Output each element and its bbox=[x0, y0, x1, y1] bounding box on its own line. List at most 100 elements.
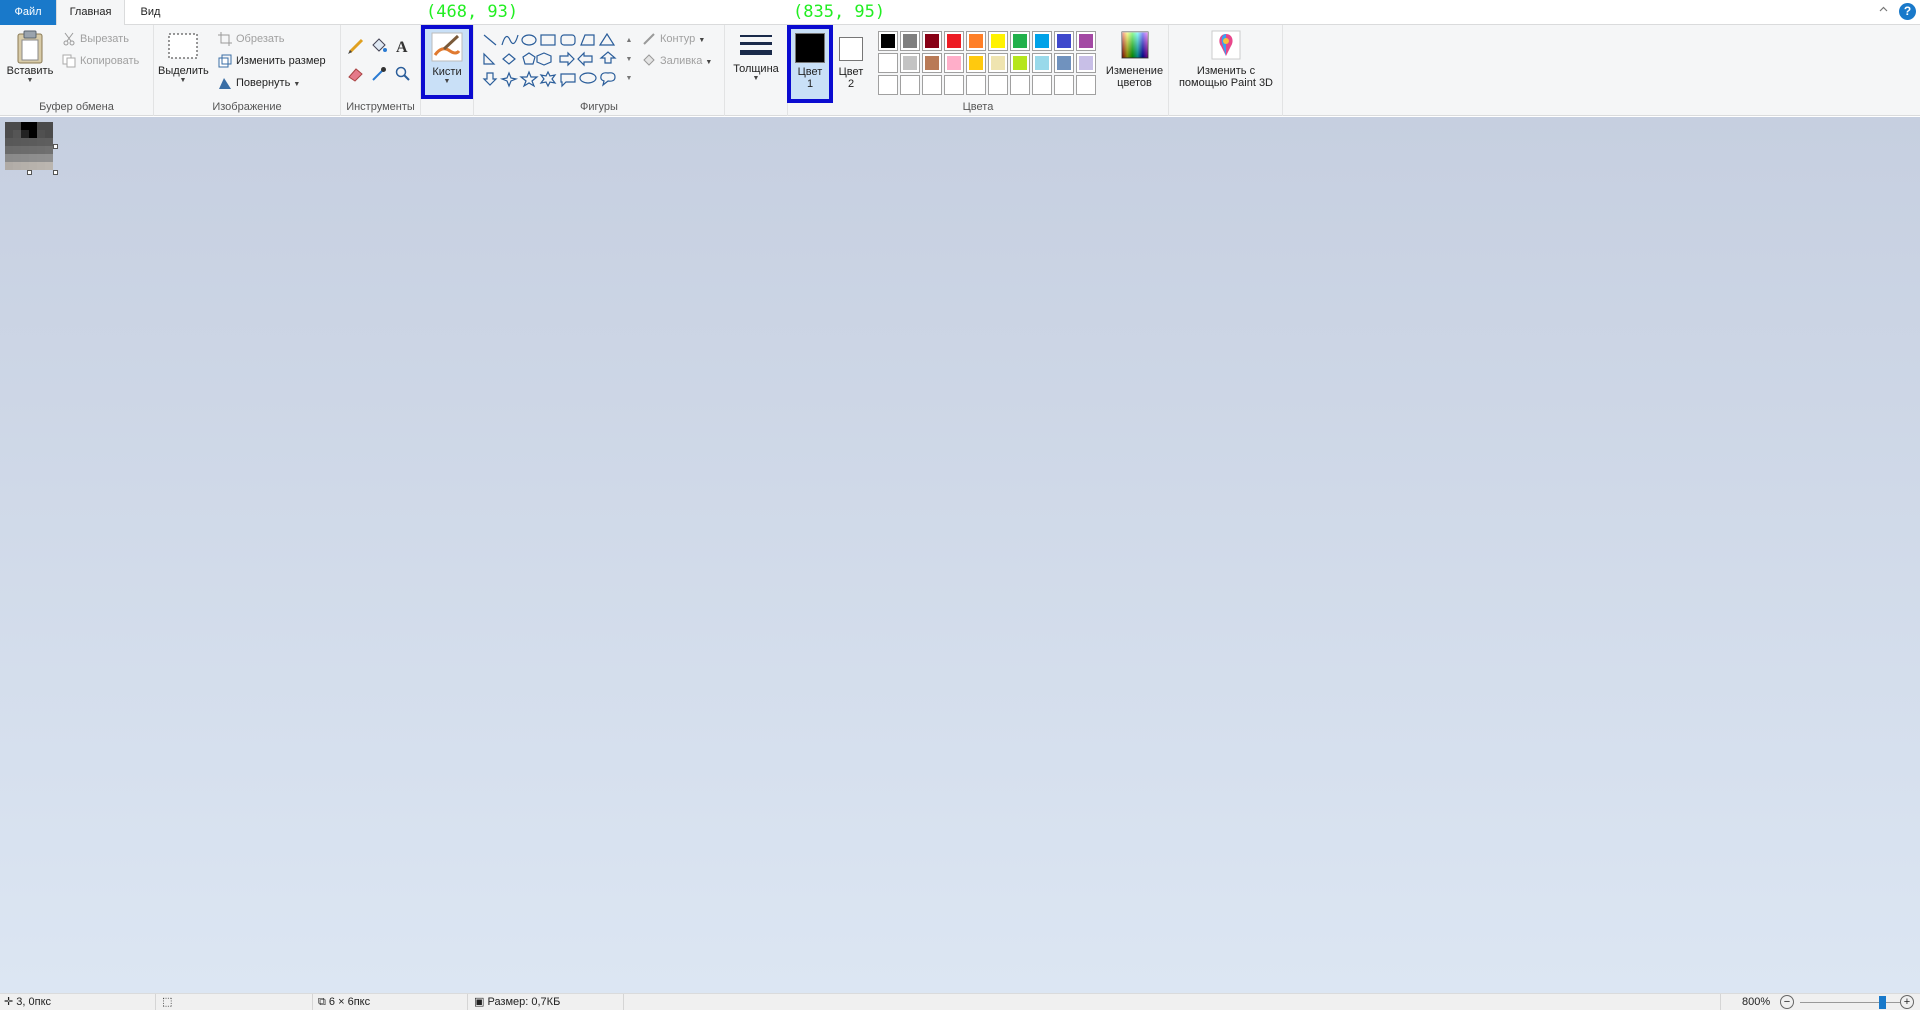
tab-home[interactable]: Главная bbox=[56, 0, 125, 26]
palette-swatch-r1-c2[interactable] bbox=[900, 31, 920, 51]
edit-with-paint3d-button[interactable]: Изменить с помощью Paint 3D bbox=[1169, 29, 1283, 89]
edit-colors-button[interactable]: Изменение цветов bbox=[1100, 29, 1169, 89]
palette-swatch-r2-c2[interactable] bbox=[900, 53, 920, 73]
thickness-label: Толщина bbox=[733, 63, 779, 75]
fill-bucket-icon bbox=[642, 54, 656, 68]
fill-tool[interactable] bbox=[370, 37, 388, 58]
eraser-tool[interactable] bbox=[347, 65, 365, 86]
palette-swatch-r2-c3[interactable] bbox=[922, 53, 942, 73]
brush-icon bbox=[431, 32, 463, 62]
brushes-button[interactable]: Кисти ▼ bbox=[421, 25, 473, 99]
palette-swatch-r3-c8[interactable] bbox=[1032, 75, 1052, 95]
color1-button[interactable]: Цвет 1 bbox=[787, 25, 833, 103]
zoom-in-icon[interactable]: + bbox=[1900, 995, 1914, 1009]
select-button[interactable]: Выделить ▼ bbox=[158, 29, 209, 84]
cut-button[interactable]: Вырезать bbox=[62, 29, 129, 49]
crosshair-icon: ✛ bbox=[4, 996, 14, 1008]
palette-swatch-r1-c10[interactable] bbox=[1076, 31, 1096, 51]
image-pixel bbox=[29, 154, 37, 162]
image-pixel bbox=[13, 130, 21, 138]
drawing-canvas[interactable] bbox=[5, 122, 53, 170]
tab-view[interactable]: Вид bbox=[125, 0, 176, 25]
palette-swatch-r3-c5[interactable] bbox=[966, 75, 986, 95]
image-pixel bbox=[21, 122, 29, 130]
line-thickness-icon bbox=[740, 35, 772, 55]
zoom-slider-thumb[interactable] bbox=[1879, 996, 1886, 1009]
color2-button[interactable]: Цвет 2 bbox=[836, 29, 866, 99]
thickness-button[interactable]: Толщина ▼ bbox=[729, 29, 783, 82]
resize-label: Изменить размер bbox=[236, 55, 326, 67]
palette-swatch-r1-c4[interactable] bbox=[944, 31, 964, 51]
fill-label: Заливка bbox=[660, 55, 703, 67]
palette-swatch-r2-c4[interactable] bbox=[944, 53, 964, 73]
palette-swatch-r3-c7[interactable] bbox=[1010, 75, 1030, 95]
resize-handle-corner[interactable] bbox=[53, 170, 58, 175]
eyedropper-icon bbox=[372, 67, 386, 81]
chevron-down-icon: ▼ bbox=[752, 75, 760, 82]
resize-handle-right[interactable] bbox=[53, 144, 58, 149]
palette-swatch-r2-c9[interactable] bbox=[1054, 53, 1074, 73]
palette-swatch-fill bbox=[991, 34, 1005, 48]
palette-swatch-fill bbox=[903, 78, 917, 92]
shapes-scroll[interactable]: ▲ ▼ ▼ bbox=[624, 31, 634, 89]
palette-swatch-r3-c9[interactable] bbox=[1054, 75, 1074, 95]
palette-swatch-r3-c6[interactable] bbox=[988, 75, 1008, 95]
tab-file[interactable]: Файл bbox=[0, 0, 56, 25]
palette-swatch-r2-c5[interactable] bbox=[966, 53, 986, 73]
palette-swatch-r1-c3[interactable] bbox=[922, 31, 942, 51]
image-pixel bbox=[5, 130, 13, 138]
text-icon: A bbox=[396, 39, 408, 56]
image-pixel bbox=[21, 130, 29, 138]
select-label: Выделить bbox=[158, 65, 209, 77]
ribbon: Вставить ▼ Вырезать Копировать Буфер обм… bbox=[0, 25, 1920, 116]
help-icon[interactable]: ? bbox=[1899, 3, 1916, 20]
copy-button[interactable]: Копировать bbox=[62, 51, 139, 71]
collapse-ribbon-icon[interactable] bbox=[1875, 4, 1892, 21]
status-divider bbox=[1720, 994, 1721, 1010]
crop-label: Обрезать bbox=[236, 33, 285, 45]
text-tool[interactable]: A bbox=[394, 37, 412, 58]
palette-swatch-r2-c6[interactable] bbox=[988, 53, 1008, 73]
color-picker-tool[interactable] bbox=[370, 65, 388, 86]
palette-swatch-fill bbox=[1013, 56, 1027, 70]
palette-swatch-fill bbox=[925, 78, 939, 92]
palette-swatch-r1-c5[interactable] bbox=[966, 31, 986, 51]
palette-swatch-r2-c8[interactable] bbox=[1032, 53, 1052, 73]
image-pixel bbox=[13, 138, 21, 146]
clipboard-group-label: Буфер обмена bbox=[39, 101, 114, 113]
fill-button[interactable]: Заливка ▼ bbox=[642, 51, 712, 71]
magnifier-tool[interactable] bbox=[394, 65, 412, 86]
palette-swatch-fill bbox=[1035, 78, 1049, 92]
shapes-gallery[interactable] bbox=[480, 31, 620, 93]
zoom-level: 800% bbox=[1742, 996, 1771, 1008]
rotate-button[interactable]: Повернуть ▼ bbox=[218, 73, 300, 93]
rainbow-palette-icon bbox=[1121, 31, 1148, 59]
palette-swatch-r3-c4[interactable] bbox=[944, 75, 964, 95]
palette-swatch-r3-c3[interactable] bbox=[922, 75, 942, 95]
palette-swatch-r1-c1[interactable] bbox=[878, 31, 898, 51]
crop-button[interactable]: Обрезать bbox=[218, 29, 285, 49]
resize-button[interactable]: Изменить размер bbox=[218, 51, 326, 71]
palette-swatch-fill bbox=[991, 78, 1005, 92]
palette-swatch-r2-c10[interactable] bbox=[1076, 53, 1096, 73]
palette-swatch-r3-c2[interactable] bbox=[900, 75, 920, 95]
palette-swatch-fill bbox=[925, 34, 939, 48]
palette-swatch-r3-c1[interactable] bbox=[878, 75, 898, 95]
outline-button[interactable]: Контур ▼ bbox=[642, 29, 705, 49]
palette-swatch-r3-c10[interactable] bbox=[1076, 75, 1096, 95]
palette-swatch-r2-c1[interactable] bbox=[878, 53, 898, 73]
image-pixel bbox=[13, 122, 21, 130]
image-pixel bbox=[45, 162, 53, 170]
paste-button[interactable]: Вставить ▼ bbox=[4, 29, 56, 84]
pencil-tool[interactable] bbox=[347, 37, 365, 58]
palette-swatch-r1-c9[interactable] bbox=[1054, 31, 1074, 51]
select-rectangle-icon bbox=[168, 33, 198, 59]
resize-handle-bottom[interactable] bbox=[27, 170, 32, 175]
palette-swatch-r1-c7[interactable] bbox=[1010, 31, 1030, 51]
palette-swatch-r2-c7[interactable] bbox=[1010, 53, 1030, 73]
palette-swatch-fill bbox=[991, 56, 1005, 70]
zoom-out-icon[interactable]: − bbox=[1780, 995, 1794, 1009]
palette-swatch-r1-c6[interactable] bbox=[988, 31, 1008, 51]
canvas-workspace[interactable] bbox=[0, 117, 1920, 993]
palette-swatch-r1-c8[interactable] bbox=[1032, 31, 1052, 51]
